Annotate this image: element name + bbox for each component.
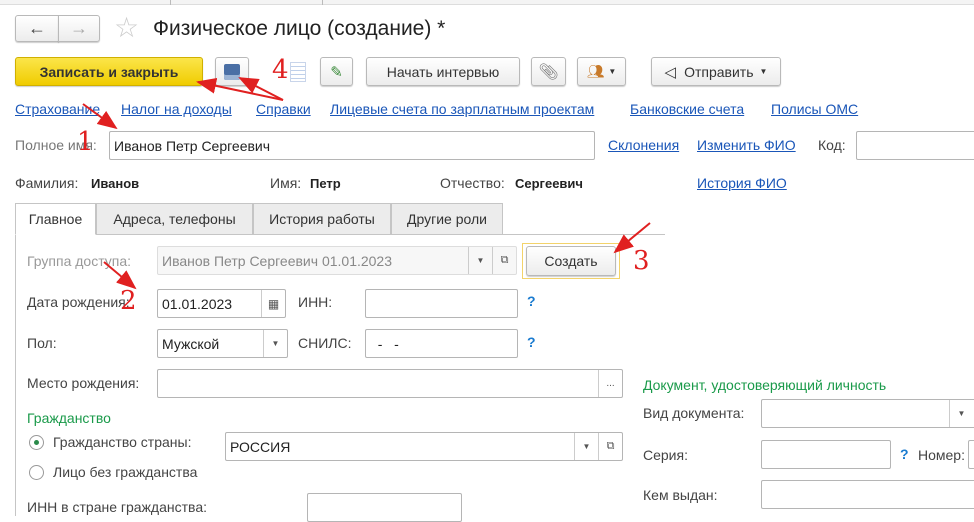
- annotation-1: 1: [77, 127, 94, 157]
- annotation-2: 2: [120, 286, 137, 316]
- arrow-1: [82, 103, 118, 130]
- annotation-arrows: [82, 77, 651, 290]
- arrow-4a: [196, 77, 284, 101]
- annotation-4: 4: [272, 55, 289, 85]
- arrow-2: [103, 261, 137, 290]
- annotation-3: 3: [633, 246, 650, 276]
